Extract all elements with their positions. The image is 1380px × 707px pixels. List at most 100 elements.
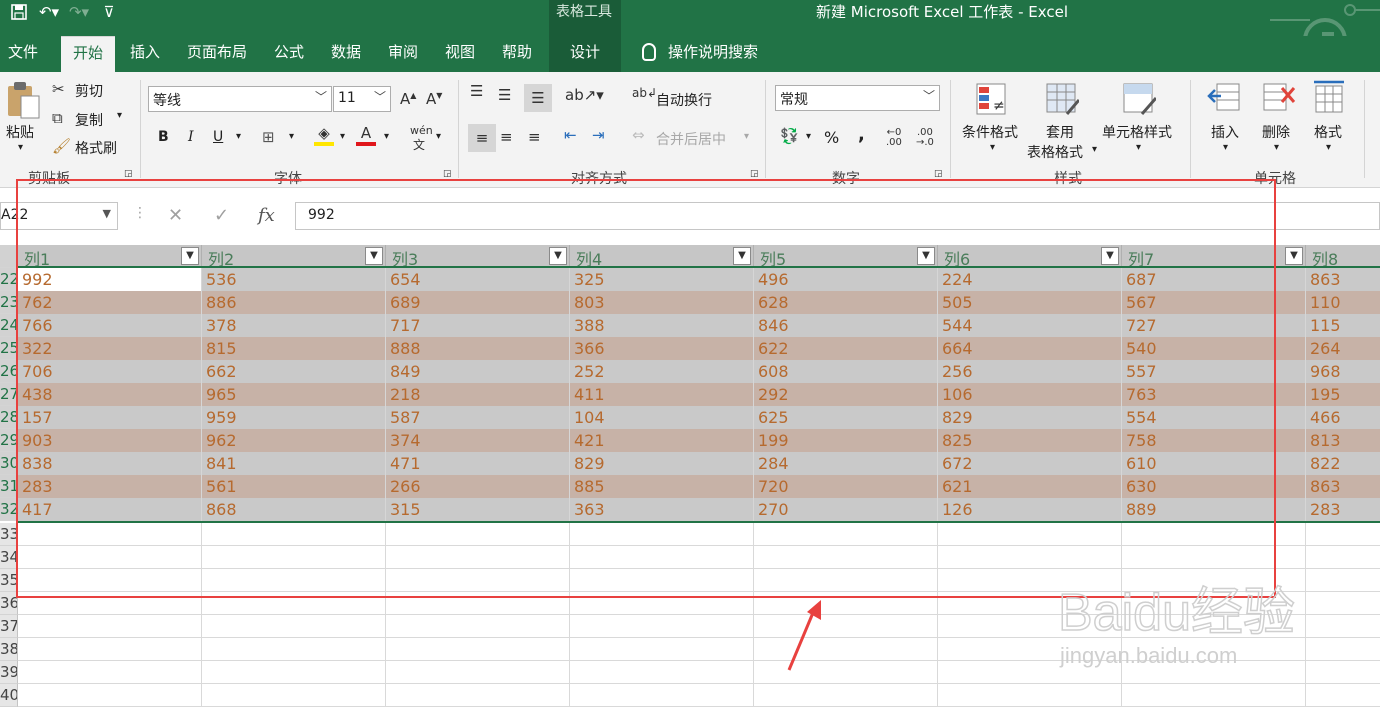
font-launcher-icon[interactable]: ◲	[443, 169, 452, 179]
tab-insert[interactable]: 插入	[124, 36, 166, 72]
delete-cells-button[interactable]: 删除	[1262, 122, 1290, 142]
paste-dropdown-icon[interactable]: ▾	[18, 142, 23, 153]
increase-font-icon[interactable]: A▲	[400, 90, 416, 108]
decrease-font-icon[interactable]: A▼	[426, 90, 442, 108]
empty-cell[interactable]	[1306, 546, 1380, 569]
empty-cell[interactable]	[386, 684, 570, 707]
bold-button[interactable]: B	[158, 129, 169, 145]
increase-decimal-icon[interactable]: ←0.00	[886, 128, 902, 148]
bottom-align-icon[interactable]: ☰	[524, 84, 552, 112]
decrease-indent-icon[interactable]: ⇤	[564, 126, 577, 144]
comma-style-button[interactable]: ,	[858, 124, 865, 145]
merge-dropdown-icon[interactable]: ▾	[744, 131, 749, 142]
accounting-dropdown-icon[interactable]: ▾	[806, 131, 811, 142]
font-name-select[interactable]: 等线 ﹀	[148, 86, 332, 112]
row-header[interactable]: 40	[0, 684, 18, 707]
alignment-launcher-icon[interactable]: ◲	[750, 169, 759, 179]
align-right-icon[interactable]: ≡	[528, 128, 541, 146]
paste-icon[interactable]	[5, 80, 41, 120]
empty-cell[interactable]	[18, 661, 202, 684]
empty-cell[interactable]	[938, 684, 1122, 707]
conditional-formatting-button[interactable]: 条件格式	[962, 122, 1018, 142]
merge-center-icon[interactable]: ⇔	[632, 126, 645, 144]
empty-cell[interactable]	[1306, 684, 1380, 707]
filter-dropdown-icon[interactable]: ▼	[1285, 247, 1303, 265]
redo-icon[interactable]: ↷▾	[66, 0, 92, 24]
number-launcher-icon[interactable]: ◲	[934, 169, 943, 179]
conditional-formatting-icon[interactable]: ≠	[975, 82, 1009, 116]
empty-cell[interactable]	[570, 661, 754, 684]
delete-cells-icon[interactable]	[1262, 80, 1296, 114]
insert-cells-icon[interactable]	[1207, 80, 1241, 114]
font-color-icon[interactable]: A	[356, 124, 376, 146]
orientation-icon[interactable]: ab↗▾	[565, 86, 604, 104]
borders-dropdown-icon[interactable]: ▾	[289, 131, 294, 142]
empty-cell[interactable]	[18, 684, 202, 707]
empty-cell[interactable]	[386, 615, 570, 638]
format-dropdown-icon[interactable]: ▾	[1326, 142, 1331, 153]
empty-cell[interactable]	[18, 615, 202, 638]
align-left-icon[interactable]: ≡	[468, 124, 496, 152]
insert-cells-button[interactable]: 插入	[1211, 122, 1239, 142]
empty-cell[interactable]	[570, 684, 754, 707]
cell-styles-button[interactable]: 单元格样式	[1102, 122, 1172, 142]
empty-cell[interactable]	[754, 615, 938, 638]
empty-cell[interactable]	[202, 638, 386, 661]
wrap-text-icon[interactable]: ab↲	[632, 86, 657, 100]
format-table-dropdown-icon[interactable]: ▾	[1092, 144, 1097, 155]
tab-review[interactable]: 审阅	[382, 36, 424, 72]
row-header[interactable]: 38	[0, 638, 18, 661]
row-header[interactable]: 37	[0, 615, 18, 638]
table-cell[interactable]: 968	[1306, 360, 1380, 383]
table-cell[interactable]: 115	[1306, 314, 1380, 337]
table-cell[interactable]: 863	[1306, 475, 1380, 498]
empty-cell[interactable]	[386, 661, 570, 684]
tab-home[interactable]: 开始	[61, 36, 116, 72]
align-center-icon[interactable]: ≡	[500, 128, 513, 146]
cut-icon[interactable]: ✂	[52, 80, 65, 98]
cell-styles-dropdown-icon[interactable]: ▾	[1136, 142, 1141, 153]
format-as-table-icon[interactable]	[1045, 82, 1079, 116]
table-header-cell[interactable]: 列8▼	[1306, 245, 1380, 269]
empty-cell[interactable]	[754, 684, 938, 707]
tab-design[interactable]: 设计	[549, 36, 621, 72]
undo-icon[interactable]: ↶▾	[36, 0, 62, 24]
percent-style-button[interactable]: %	[824, 128, 839, 147]
wrap-text-button[interactable]: 自动换行	[656, 90, 712, 110]
tab-formulas[interactable]: 公式	[268, 36, 310, 72]
borders-icon[interactable]: ⊞	[262, 128, 275, 146]
empty-cell[interactable]	[202, 684, 386, 707]
empty-cell[interactable]	[754, 661, 938, 684]
underline-dropdown-icon[interactable]: ▾	[236, 131, 241, 142]
font-size-select[interactable]: 11 ﹀	[333, 86, 391, 112]
empty-cell[interactable]	[202, 615, 386, 638]
format-as-table-button[interactable]: 套用	[1046, 122, 1074, 142]
empty-cell[interactable]	[1306, 523, 1380, 546]
table-cell[interactable]: 195	[1306, 383, 1380, 406]
cut-button[interactable]: 剪切	[75, 81, 103, 101]
table-cell[interactable]: 466	[1306, 406, 1380, 429]
accounting-format-icon[interactable]: 💱	[780, 127, 799, 145]
copy-dropdown-icon[interactable]: ▾	[117, 110, 122, 121]
cell-styles-icon[interactable]	[1122, 82, 1156, 116]
delete-dropdown-icon[interactable]: ▾	[1274, 142, 1279, 153]
phonetic-dropdown-icon[interactable]: ▾	[436, 131, 441, 142]
format-painter-icon[interactable]: 🖌	[52, 137, 71, 155]
row-header[interactable]: 39	[0, 661, 18, 684]
tab-help[interactable]: 帮助	[496, 36, 538, 72]
italic-button[interactable]: I	[188, 129, 194, 145]
format-painter-button[interactable]: 格式刷	[75, 138, 117, 158]
insert-dropdown-icon[interactable]: ▾	[1223, 142, 1228, 153]
fill-color-icon[interactable]: ◈	[314, 124, 334, 146]
tab-view[interactable]: 视图	[439, 36, 481, 72]
empty-cell[interactable]	[1122, 684, 1306, 707]
conditional-dropdown-icon[interactable]: ▾	[990, 142, 995, 153]
table-cell[interactable]: 283	[1306, 498, 1380, 521]
increase-indent-icon[interactable]: ⇥	[592, 126, 605, 144]
decrease-decimal-icon[interactable]: .00 →.0	[916, 128, 934, 148]
table-cell[interactable]: 822	[1306, 452, 1380, 475]
table-cell[interactable]: 110	[1306, 291, 1380, 314]
empty-cell[interactable]	[202, 661, 386, 684]
empty-cell[interactable]	[754, 638, 938, 661]
clipboard-launcher-icon[interactable]: ◲	[124, 169, 133, 179]
